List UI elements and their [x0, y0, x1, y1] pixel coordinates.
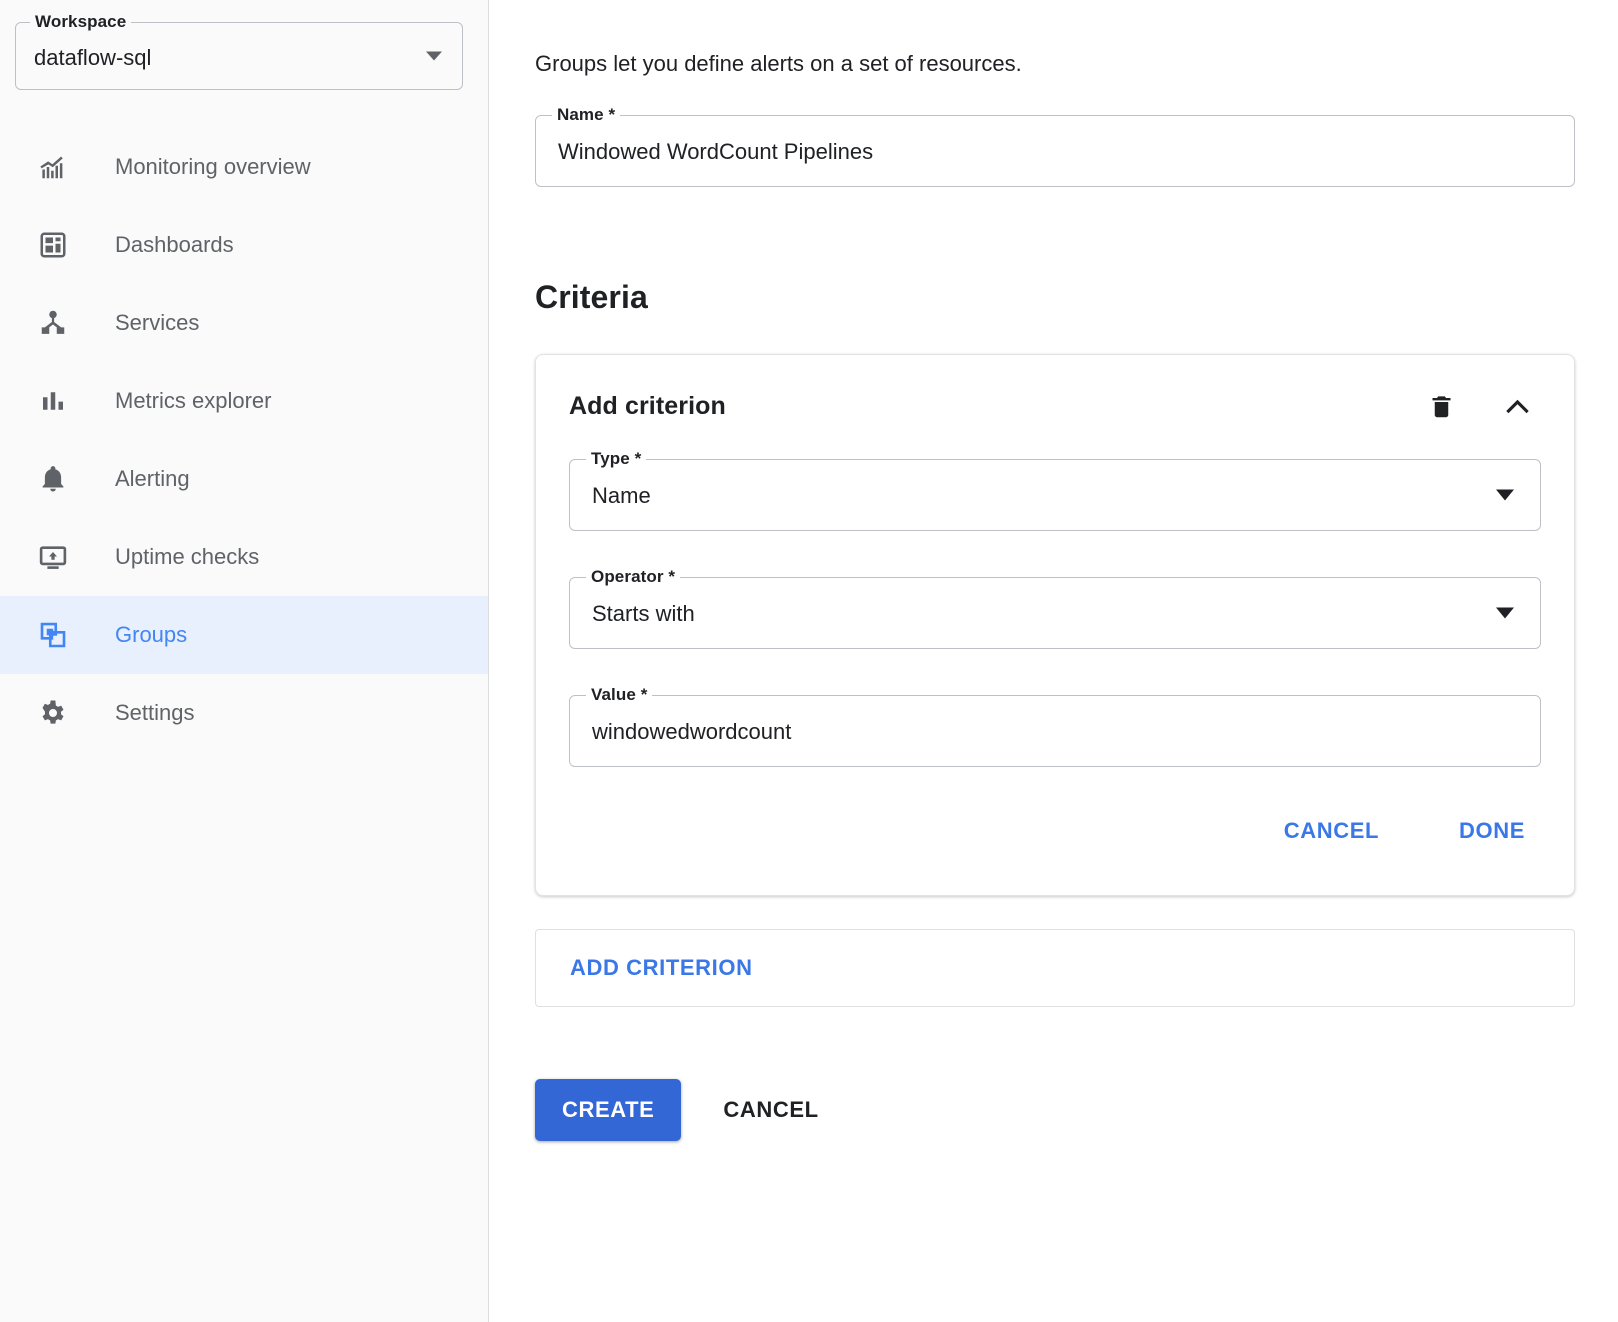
criterion-card: Add criterion: [535, 354, 1575, 896]
criterion-value-input[interactable]: windowedwordcount: [592, 718, 791, 743]
intro-text: Groups let you define alerts on a set of…: [535, 50, 1575, 79]
sidebar: Workspace dataflow-sql Monitoring overvi…: [0, 0, 489, 1322]
sidebar-item-settings[interactable]: Settings: [0, 674, 488, 752]
workspace-selector[interactable]: Workspace dataflow-sql: [15, 22, 463, 90]
sidebar-item-label: Dashboards: [115, 232, 234, 258]
sidebar-item-label: Alerting: [115, 466, 190, 492]
services-hierarchy-icon: [36, 306, 70, 340]
cancel-button[interactable]: CANCEL: [709, 1085, 832, 1135]
chevron-up-icon[interactable]: [1493, 383, 1541, 431]
gear-icon: [36, 696, 70, 730]
criteria-heading: Criteria: [535, 279, 1575, 316]
criterion-type-select[interactable]: Type * Name: [569, 459, 1541, 531]
criterion-operator-select[interactable]: Operator * Starts with: [569, 577, 1541, 649]
bar-chart-icon: [36, 384, 70, 418]
chevron-down-icon[interactable]: [426, 52, 442, 61]
criterion-type-label: Type *: [586, 449, 646, 469]
groups-layers-icon: [36, 618, 70, 652]
criterion-title: Add criterion: [569, 392, 1417, 421]
criterion-actions: CANCEL DONE: [569, 767, 1541, 895]
group-name-field[interactable]: Name * Windowed WordCount Pipelines: [535, 115, 1575, 187]
workspace-value: dataflow-sql: [34, 43, 151, 69]
workspace-legend: Workspace: [30, 12, 131, 32]
sidebar-item-label: Groups: [115, 622, 187, 648]
sidebar-item-monitoring-overview[interactable]: Monitoring overview: [0, 128, 488, 206]
sidebar-item-label: Services: [115, 310, 199, 336]
add-criterion-button[interactable]: ADD CRITERION: [556, 943, 767, 993]
trending-chart-icon: [36, 150, 70, 184]
group-name-input[interactable]: Windowed WordCount Pipelines: [558, 138, 873, 163]
monitoring-groups-page: Workspace dataflow-sql Monitoring overvi…: [0, 0, 1618, 1322]
bell-icon: [36, 462, 70, 496]
criterion-value-label: Value *: [586, 685, 652, 705]
sidebar-item-label: Monitoring overview: [115, 154, 311, 180]
sidebar-nav: Monitoring overview Dashboards: [0, 128, 488, 752]
criterion-type-value: Name: [592, 482, 651, 507]
sidebar-item-label: Settings: [115, 700, 195, 726]
chevron-down-icon[interactable]: [1496, 489, 1514, 500]
criterion-done-button[interactable]: DONE: [1445, 806, 1539, 856]
sidebar-item-label: Metrics explorer: [115, 388, 271, 414]
form-actions: CREATE CANCEL: [535, 1079, 1575, 1141]
sidebar-item-label: Uptime checks: [115, 544, 259, 570]
sidebar-item-dashboards[interactable]: Dashboards: [0, 206, 488, 284]
sidebar-item-metrics-explorer[interactable]: Metrics explorer: [0, 362, 488, 440]
sidebar-item-alerting[interactable]: Alerting: [0, 440, 488, 518]
monitor-upload-icon: [36, 540, 70, 574]
add-criterion-bar[interactable]: ADD CRITERION: [535, 929, 1575, 1007]
trash-icon[interactable]: [1417, 383, 1465, 431]
criterion-body: Type * Name Operator * Starts with Value…: [569, 459, 1541, 767]
sidebar-item-services[interactable]: Services: [0, 284, 488, 362]
main-content: Groups let you define alerts on a set of…: [489, 0, 1618, 1322]
criterion-value-field[interactable]: Value * windowedwordcount: [569, 695, 1541, 767]
criterion-header: Add criterion: [569, 355, 1541, 459]
create-button[interactable]: CREATE: [535, 1079, 681, 1141]
criterion-operator-label: Operator *: [586, 567, 680, 587]
criterion-operator-value: Starts with: [592, 600, 695, 625]
sidebar-item-groups[interactable]: Groups: [0, 596, 488, 674]
chevron-down-icon[interactable]: [1496, 607, 1514, 618]
group-name-label: Name *: [552, 105, 620, 125]
dashboard-grid-icon: [36, 228, 70, 262]
sidebar-item-uptime-checks[interactable]: Uptime checks: [0, 518, 488, 596]
criterion-cancel-button[interactable]: CANCEL: [1270, 806, 1393, 856]
